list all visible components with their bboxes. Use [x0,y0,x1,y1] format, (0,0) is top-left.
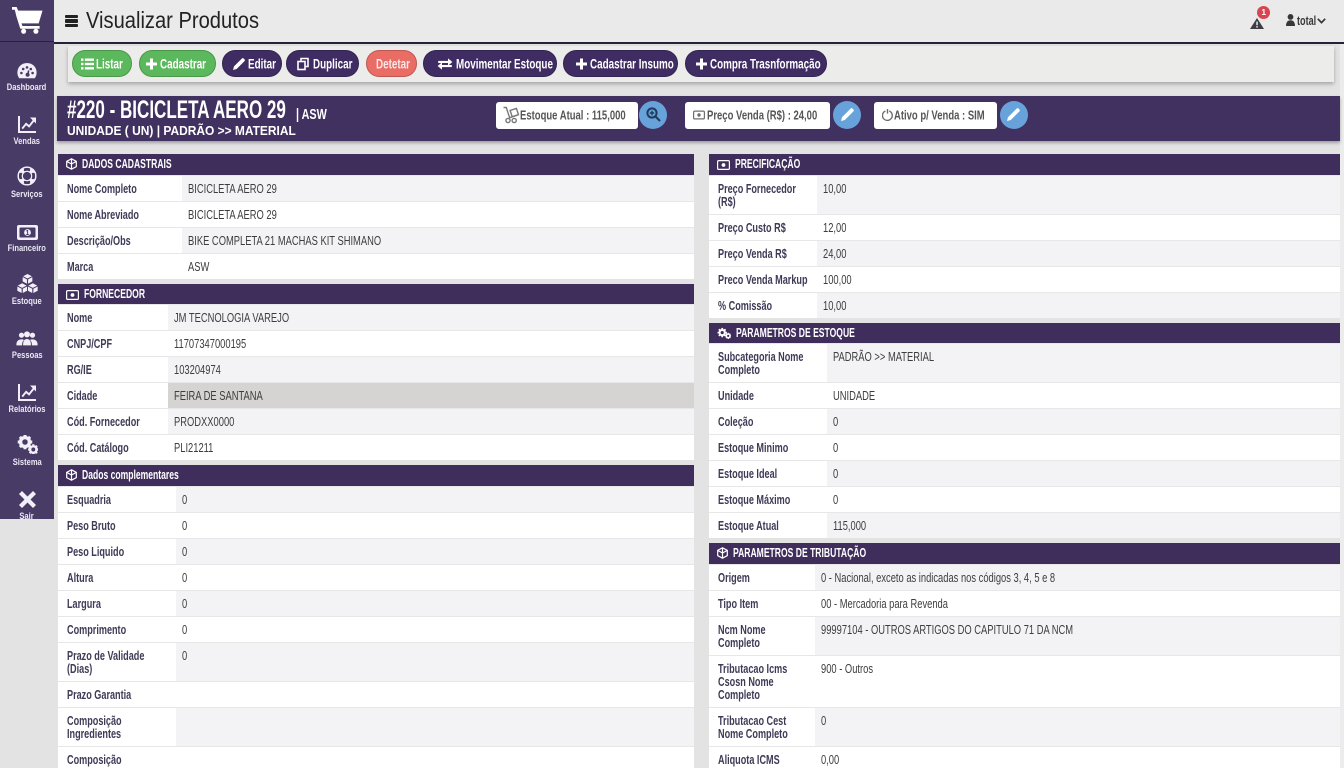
svg-text:1: 1 [25,230,29,237]
